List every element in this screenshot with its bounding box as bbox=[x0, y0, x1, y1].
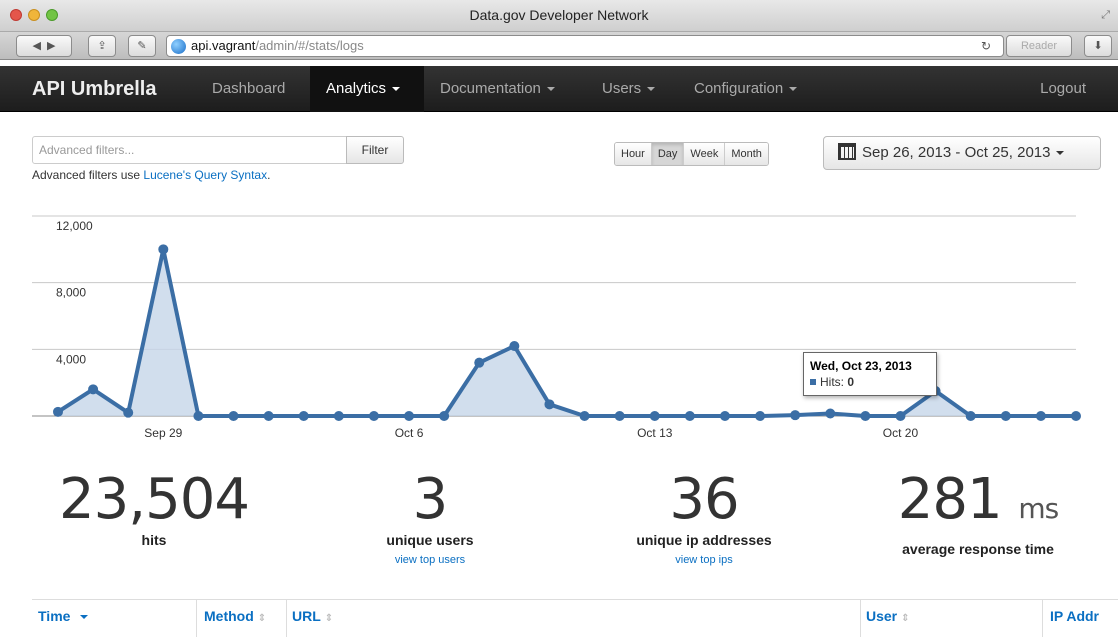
response-time-unit: ms bbox=[1018, 492, 1059, 525]
ips-label: unique ip addresses bbox=[636, 532, 772, 548]
nav-users[interactable]: Users bbox=[586, 66, 671, 112]
column-url[interactable]: URL ⇕ bbox=[292, 608, 333, 624]
chevron-down-icon bbox=[546, 87, 555, 92]
x-tick-label: Oct 20 bbox=[883, 426, 919, 440]
interval-day-button[interactable]: Day bbox=[651, 143, 685, 165]
data-point bbox=[684, 411, 695, 421]
hits-count: 23,504 bbox=[59, 467, 250, 532]
data-point bbox=[263, 411, 274, 421]
stat-hits: 23,504 hits bbox=[54, 467, 254, 549]
data-point bbox=[1000, 411, 1011, 421]
interval-month-button[interactable]: Month bbox=[725, 143, 768, 165]
interval-selector: Hour Day Week Month bbox=[614, 142, 769, 166]
column-method[interactable]: Method ⇕ bbox=[204, 608, 266, 624]
data-point bbox=[755, 411, 766, 421]
window-titlebar: Data.gov Developer Network ⤢ bbox=[0, 0, 1118, 32]
data-point bbox=[825, 408, 836, 419]
view-top-users-link[interactable]: view top users bbox=[330, 554, 530, 566]
data-point bbox=[193, 411, 204, 421]
x-tick-label: Oct 6 bbox=[395, 426, 424, 440]
data-point bbox=[88, 384, 99, 395]
lucene-syntax-link[interactable]: Lucene's Query Syntax bbox=[143, 168, 267, 182]
nav-configuration[interactable]: Configuration bbox=[678, 66, 813, 112]
chevron-down-icon bbox=[392, 87, 401, 92]
downloads-icon[interactable]: ⬇ bbox=[1084, 35, 1112, 57]
reader-button[interactable]: Reader bbox=[1006, 35, 1072, 57]
chevron-down-icon bbox=[1056, 151, 1065, 156]
data-point bbox=[1071, 411, 1081, 421]
stat-response-time: 281 ms average response time bbox=[878, 467, 1078, 558]
window-title: Data.gov Developer Network bbox=[469, 7, 649, 23]
data-point bbox=[439, 411, 450, 421]
nav-analytics[interactable]: Analytics bbox=[310, 66, 424, 112]
chevron-down-icon bbox=[789, 87, 798, 92]
column-user[interactable]: User ⇕ bbox=[866, 608, 910, 624]
data-point bbox=[509, 341, 520, 351]
data-point bbox=[790, 410, 801, 421]
data-point bbox=[895, 411, 906, 421]
logs-table-header: Time Method ⇕ URL ⇕ User ⇕ IP Addr bbox=[32, 599, 1118, 637]
data-point bbox=[228, 411, 239, 421]
share-icon[interactable]: ⇪ bbox=[88, 35, 116, 57]
data-point bbox=[1035, 411, 1046, 421]
y-tick-label: 4,000 bbox=[56, 352, 86, 366]
brand-logo[interactable]: API Umbrella bbox=[32, 78, 156, 101]
data-point bbox=[404, 411, 415, 421]
users-label: unique users bbox=[386, 532, 474, 548]
nav-dashboard[interactable]: Dashboard bbox=[196, 66, 301, 112]
calendar-icon bbox=[838, 143, 856, 160]
chevron-down-icon bbox=[647, 87, 656, 92]
data-point bbox=[298, 411, 309, 421]
data-point bbox=[579, 411, 590, 421]
interval-week-button[interactable]: Week bbox=[684, 143, 726, 165]
data-point bbox=[860, 411, 871, 421]
interval-hour-button[interactable]: Hour bbox=[615, 143, 652, 165]
view-top-ips-link[interactable]: view top ips bbox=[604, 554, 804, 566]
x-tick-label: Oct 13 bbox=[637, 426, 673, 440]
data-point bbox=[123, 407, 134, 418]
nav-documentation[interactable]: Documentation bbox=[424, 66, 571, 112]
hits-label: hits bbox=[141, 532, 167, 548]
data-point bbox=[53, 406, 63, 417]
data-point bbox=[544, 399, 555, 410]
browser-toolbar: ◀ ▶ ⇪ ✎ api.vagrant/admin/#/stats/logs ↻… bbox=[0, 32, 1118, 60]
series-color-swatch bbox=[810, 379, 816, 385]
advanced-filters-input[interactable]: Advanced filters... bbox=[32, 136, 347, 164]
filters-hint: Advanced filters use Lucene's Query Synt… bbox=[32, 168, 271, 182]
back-forward-buttons[interactable]: ◀ ▶ bbox=[16, 35, 72, 57]
chart-tooltip: Wed, Oct 23, 2013 Hits: 0 bbox=[803, 352, 937, 396]
app-navbar: API Umbrella Dashboard Analytics Documen… bbox=[0, 66, 1118, 112]
fullscreen-icon[interactable]: ⤢ bbox=[1101, 9, 1110, 22]
date-range-picker[interactable]: Sep 26, 2013 - Oct 25, 2013 bbox=[823, 136, 1101, 170]
logout-link[interactable]: Logout bbox=[1024, 66, 1102, 112]
column-time[interactable]: Time bbox=[38, 608, 89, 624]
filter-button[interactable]: Filter bbox=[346, 136, 404, 164]
data-point bbox=[368, 411, 379, 421]
x-tick-label: Sep 29 bbox=[144, 426, 182, 440]
reload-icon[interactable]: ↻ bbox=[981, 36, 991, 56]
data-point bbox=[614, 411, 625, 421]
data-point bbox=[474, 357, 485, 368]
column-ip-address[interactable]: IP Addr bbox=[1050, 608, 1099, 624]
wrench-icon[interactable]: ✎ bbox=[128, 35, 156, 57]
stat-ips: 36 unique ip addresses view top ips bbox=[604, 467, 804, 567]
data-point bbox=[333, 411, 344, 421]
stat-users: 3 unique users view top users bbox=[330, 467, 530, 567]
response-time-value: 281 ms bbox=[897, 467, 1060, 532]
data-point bbox=[719, 411, 730, 421]
data-point bbox=[965, 411, 976, 421]
address-bar[interactable]: api.vagrant/admin/#/stats/logs ↻ bbox=[166, 35, 1004, 57]
data-point bbox=[158, 244, 169, 255]
y-tick-label: 8,000 bbox=[56, 286, 86, 300]
y-tick-label: 12,000 bbox=[56, 219, 93, 233]
users-count: 3 bbox=[412, 467, 449, 532]
globe-icon bbox=[171, 39, 186, 54]
response-time-label: average response time bbox=[902, 541, 1054, 557]
data-point bbox=[649, 411, 660, 421]
hits-chart: 12,000 8,000 4,000 Sep 29 Oct 6 Oct 13 Oct 20 bbox=[32, 215, 1081, 440]
ips-count: 36 bbox=[669, 467, 739, 532]
